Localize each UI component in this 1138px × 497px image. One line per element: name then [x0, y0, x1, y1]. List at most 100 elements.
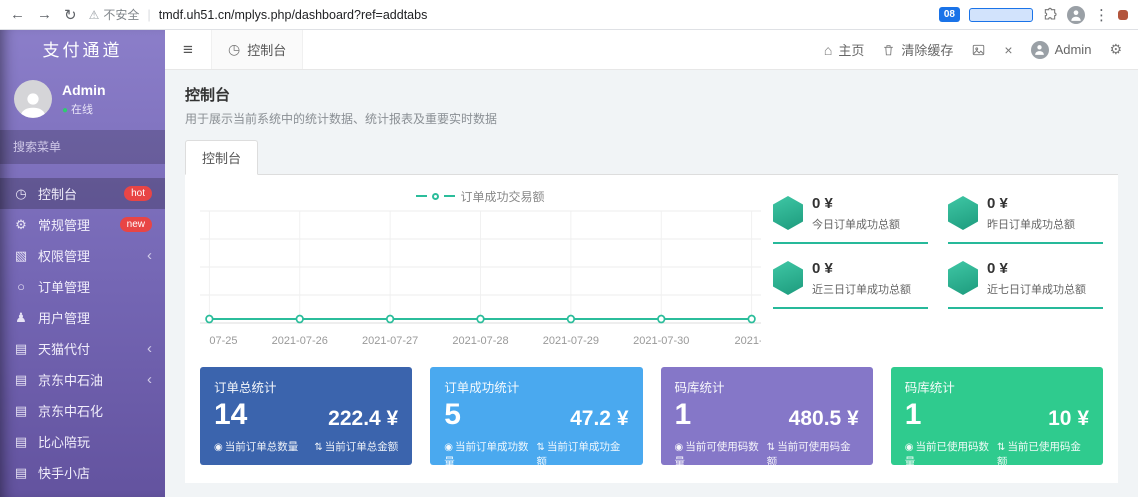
cast-overlay-tooltip	[969, 8, 1033, 22]
card-amount-label: ⇅当前订单成功金额	[537, 439, 629, 469]
sidebar-item-label: 用户管理	[38, 308, 90, 327]
sidebar-item-label: 订单管理	[38, 277, 90, 296]
cast-overlay-badge[interactable]: 08	[939, 7, 960, 22]
data-point-icon	[658, 316, 665, 323]
sort-amount-icon: ⇅	[537, 442, 545, 453]
menu-search[interactable]	[0, 130, 165, 164]
x-tick-label: 2021-07-29	[543, 335, 599, 347]
sidebar-item-快手小店[interactable]: ▤ 快手小店	[0, 457, 165, 488]
back-icon[interactable]: ←	[10, 6, 25, 23]
gem-icon	[773, 261, 803, 295]
list-icon: ▤	[13, 341, 29, 357]
data-point-icon	[387, 316, 394, 323]
gem-icon	[773, 196, 803, 230]
line-chart	[200, 205, 761, 331]
sidebar-item-天猫代付[interactable]: ▤天猫代付‹	[0, 333, 165, 364]
sidebar-item-控制台[interactable]: ◷控制台hot	[0, 178, 165, 209]
card-title: 码库统计	[675, 377, 859, 396]
sidebar-item-label: 京东中石油	[38, 370, 103, 389]
card-amount: 222.4 ¥	[328, 407, 398, 430]
card-count: 1	[675, 400, 692, 430]
brand-title: 支付通道	[0, 30, 165, 72]
topbar-tab-dashboard[interactable]: ◷ 控制台	[211, 30, 303, 69]
address-bar[interactable]: ⚠ 不安全 | tmdf.uh51.cn/mplys.php/dashboard…	[89, 6, 927, 23]
circle-icon: ◉	[214, 442, 223, 453]
x-tick-label: 2021-07-28	[452, 335, 508, 347]
list-icon: ▤	[13, 465, 29, 481]
chevron-left-icon: ‹	[147, 340, 152, 357]
sidebar-item-常规管理[interactable]: ⚙常规管理new	[0, 209, 165, 240]
legend-line-icon	[416, 195, 427, 197]
person-icon	[1033, 43, 1046, 56]
clear-cache-button[interactable]: 清除缓存	[882, 40, 953, 59]
circle-icon: ◉	[444, 442, 453, 453]
x-tick-label: 07-25	[209, 335, 237, 347]
card-count: 1	[905, 400, 922, 430]
sort-amount-icon: ⇅	[997, 442, 1005, 453]
stat-cards: 订单总统计14222.4 ¥◉当前订单总数量⇅当前订单总金额订单成功统计547.…	[200, 367, 1103, 465]
sort-amount-icon: ⇅	[314, 442, 322, 453]
browser-chrome: ← → ↻ ⚠ 不安全 | tmdf.uh51.cn/mplys.php/das…	[0, 0, 1138, 30]
close-icon: ×	[1004, 42, 1012, 58]
reload-icon[interactable]: ↻	[64, 6, 77, 24]
close-all-button[interactable]: ×	[1004, 42, 1012, 58]
forward-icon[interactable]: →	[37, 6, 52, 23]
browser-extension-icon[interactable]	[1118, 10, 1128, 20]
chart-legend[interactable]: 订单成功交易额	[200, 187, 761, 205]
avatar	[1031, 41, 1049, 59]
stat-label: 近七日订单成功总额	[987, 281, 1086, 297]
list-icon: ▤	[13, 434, 29, 450]
person-icon	[1069, 8, 1083, 22]
stat-label: 今日订单成功总额	[812, 216, 900, 232]
user-panel[interactable]: Admin ●在线	[0, 72, 165, 130]
screenshot-button[interactable]	[971, 43, 986, 57]
card-count-label: ◉当前可使用码数量	[675, 439, 767, 469]
sidebar-item-订单管理[interactable]: ○ 订单管理	[0, 271, 165, 302]
content: 控制台 用于展示当前系统中的统计数据、统计报表及重要实时数据 控制台 订单成功交…	[165, 70, 1138, 497]
settings-button[interactable]: ⚙	[1109, 41, 1122, 58]
circle-icon: ○	[13, 279, 29, 294]
x-tick-label: 2021-07-27	[362, 335, 418, 347]
panel-top: 订单成功交易额 07-25 2021-07-26 2021-07-27 2021-07…	[200, 187, 1103, 351]
legend-circle-icon	[432, 193, 439, 200]
url-text: tmdf.uh51.cn/mplys.php/dashboard?ref=add…	[159, 8, 428, 22]
x-tick-label: 2021-07-26	[272, 335, 328, 347]
data-point-icon	[296, 316, 303, 323]
security-warning[interactable]: ⚠ 不安全	[89, 6, 140, 23]
user-name: Admin	[62, 82, 106, 98]
card-count: 14	[214, 400, 247, 430]
search-input[interactable]	[13, 140, 168, 154]
sidebar-item-label: 快手小店	[38, 463, 90, 482]
sidebar-item-用户管理[interactable]: ♟用户管理	[0, 302, 165, 333]
page-subtitle: 用于展示当前系统中的统计数据、统计报表及重要实时数据	[185, 110, 1118, 127]
circle-icon: ◉	[675, 442, 684, 453]
circle-icon: ◉	[905, 442, 914, 453]
gear-icon: ⚙	[1109, 41, 1122, 58]
browser-toolbar-right: 08 ⋮	[939, 6, 1128, 24]
sidebar-item-权限管理[interactable]: ▧权限管理‹	[0, 240, 165, 271]
image-icon	[971, 43, 986, 57]
sidebar-toggle-icon[interactable]: ≡	[165, 30, 211, 69]
sidebar-item-京东中石油[interactable]: ▤京东中石油‹	[0, 364, 165, 395]
home-button[interactable]: ⌂ 主页	[824, 40, 864, 59]
x-tick-label: 2021-07-30	[633, 335, 689, 347]
card-count-label: ◉当前已使用码数量	[905, 439, 997, 469]
home-icon: ⌂	[824, 42, 832, 58]
sidebar: 支付通道 Admin ●在线 ◷控制台hot⚙常规管理new▧权限管理‹ ○ 订单管…	[0, 30, 165, 497]
card-count-label: ◉当前订单总数量	[214, 439, 298, 454]
extensions-puzzle-icon[interactable]	[1042, 7, 1058, 23]
tab-dashboard[interactable]: 控制台	[185, 140, 258, 175]
stat-card: 订单总统计14222.4 ¥◉当前订单总数量⇅当前订单总金额	[200, 367, 412, 465]
card-amount-label: ⇅当前已使用码金额	[997, 439, 1089, 469]
browser-profile-avatar[interactable]	[1067, 6, 1085, 24]
sidebar-item-比心陪玩[interactable]: ▤比心陪玩	[0, 426, 165, 457]
sidebar-item-京东中石化[interactable]: ▤京东中石化	[0, 395, 165, 426]
badge: new	[120, 217, 152, 232]
content-tabs: 控制台	[185, 140, 1118, 175]
page-title: 控制台	[185, 84, 1118, 105]
stat-card: 码库统计1480.5 ¥◉当前可使用码数量⇅当前可使用码金额	[661, 367, 873, 465]
topbar: ≡ ◷ 控制台 ⌂ 主页 清除缓存	[165, 30, 1138, 70]
browser-menu-icon[interactable]: ⋮	[1094, 6, 1109, 24]
card-amount: 47.2 ¥	[570, 407, 628, 430]
topbar-user[interactable]: Admin	[1031, 41, 1092, 59]
